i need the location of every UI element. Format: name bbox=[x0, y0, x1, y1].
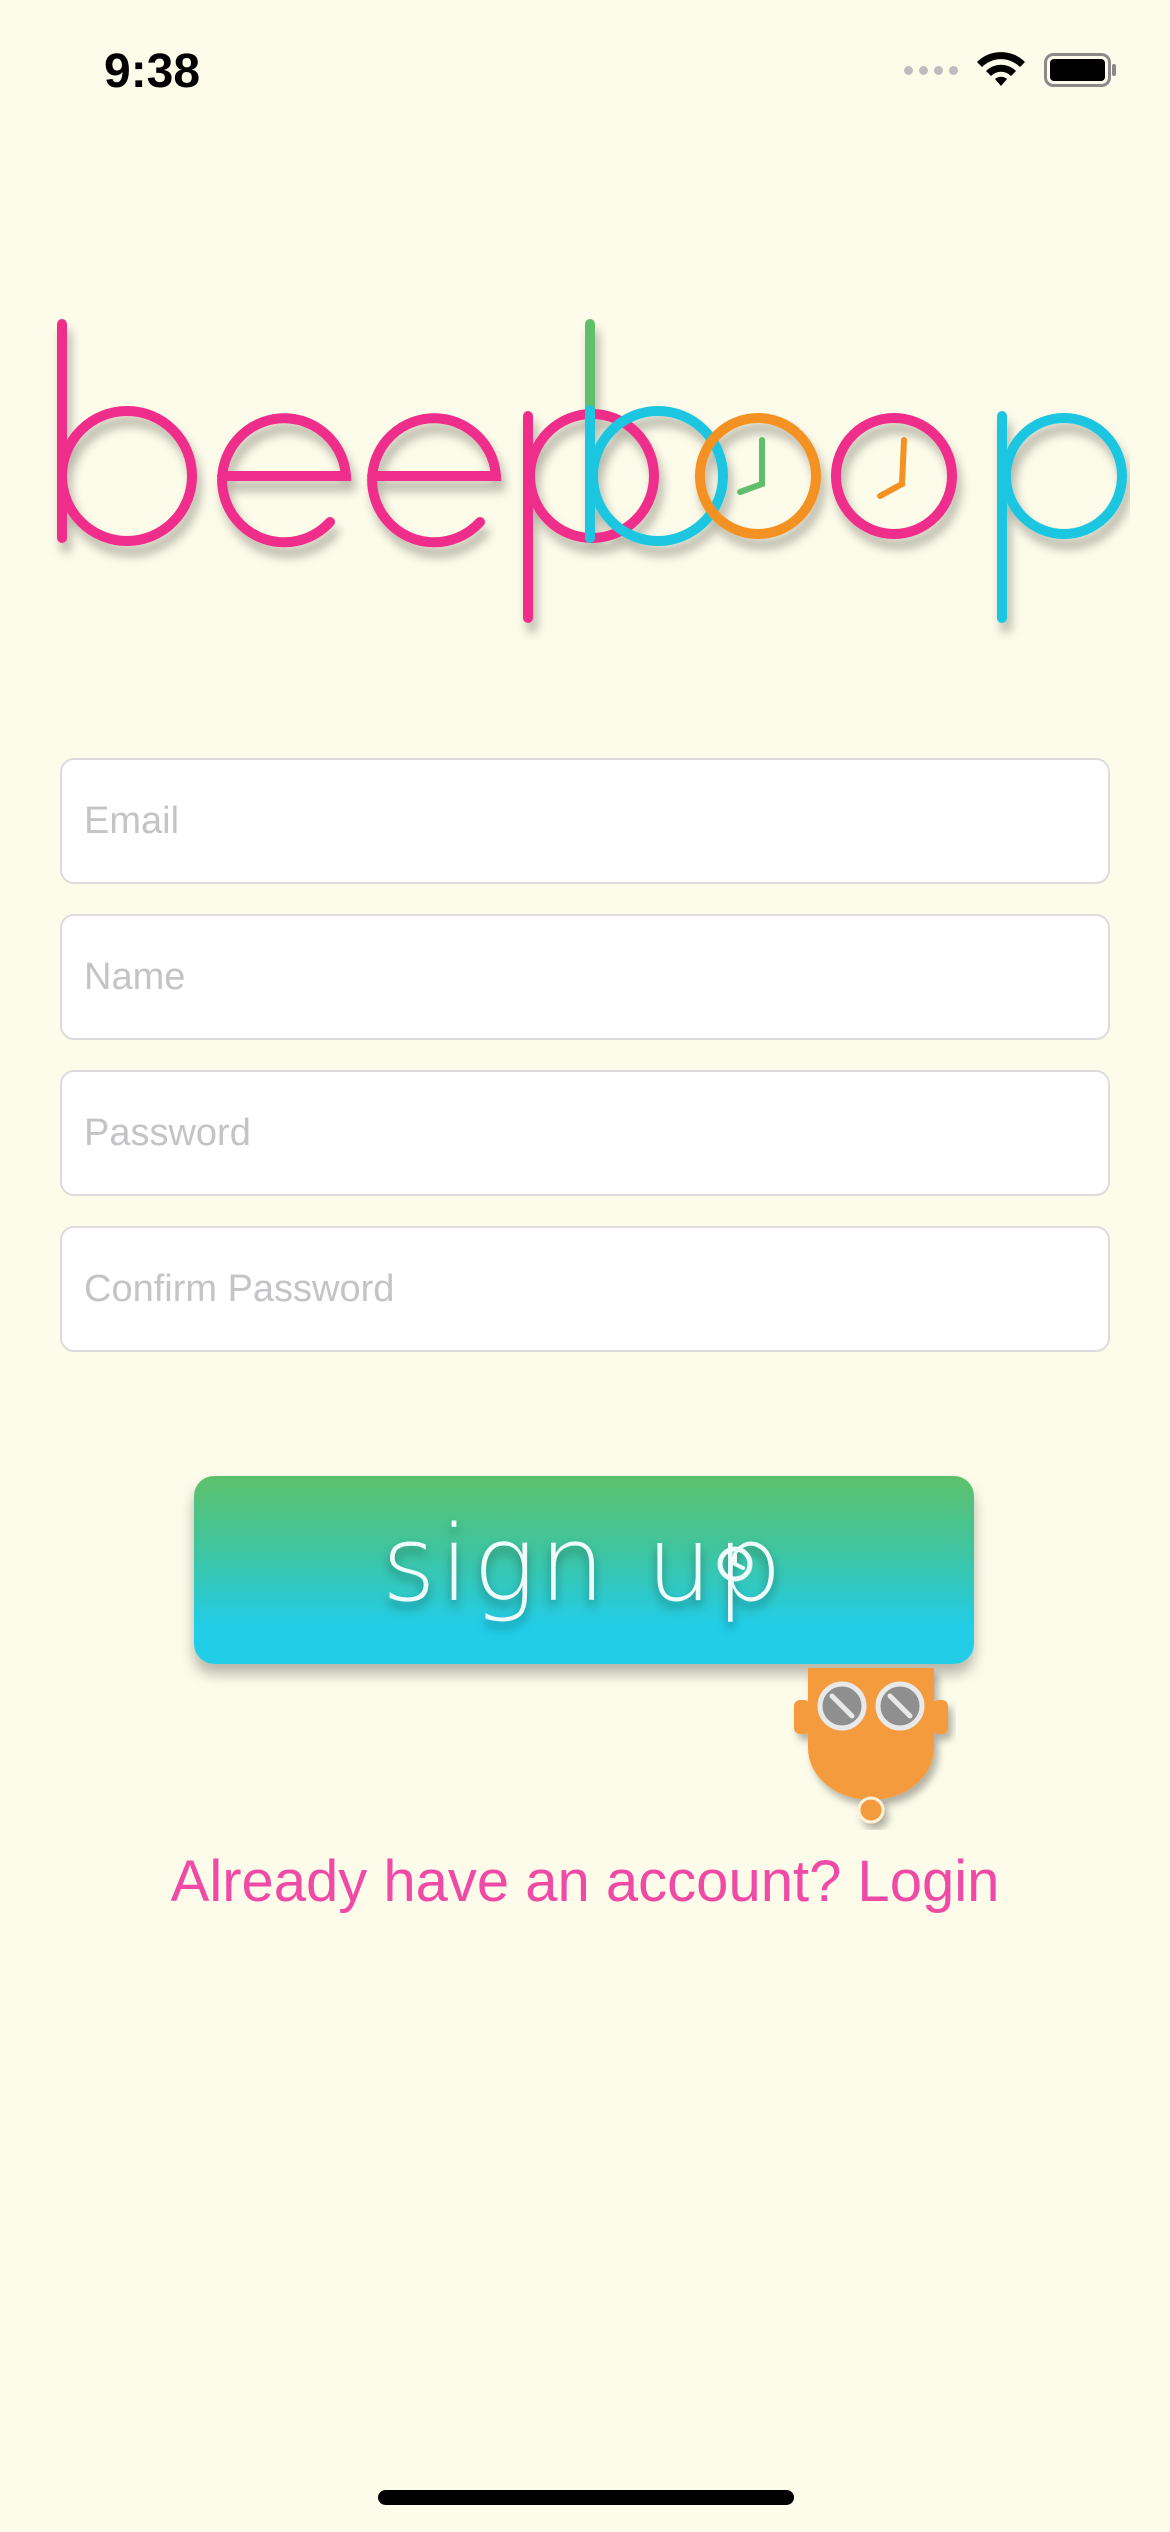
login-link[interactable]: Already have an account? Login bbox=[0, 1848, 1170, 1915]
name-field[interactable] bbox=[60, 914, 1110, 1040]
password-field[interactable] bbox=[60, 1070, 1110, 1196]
clock-icon bbox=[717, 1546, 753, 1582]
robot-mascot-icon bbox=[794, 1668, 948, 1824]
wifi-icon bbox=[977, 52, 1025, 86]
sign-up-button[interactable]: sign up bbox=[194, 1476, 974, 1664]
cellular-signal-icon bbox=[904, 65, 958, 75]
status-icons bbox=[904, 52, 1118, 88]
beepboop-logo bbox=[57, 319, 1127, 623]
signup-form bbox=[60, 758, 1110, 1382]
confirm-password-field[interactable] bbox=[60, 1226, 1110, 1352]
status-time: 9:38 bbox=[104, 45, 201, 98]
clock-hands-green bbox=[737, 437, 765, 495]
home-indicator[interactable] bbox=[378, 2490, 794, 2505]
status-bar: 9:38 bbox=[0, 0, 1170, 150]
clock-hands-orange bbox=[877, 437, 907, 499]
battery-icon bbox=[1044, 53, 1116, 87]
email-field[interactable] bbox=[60, 758, 1110, 884]
